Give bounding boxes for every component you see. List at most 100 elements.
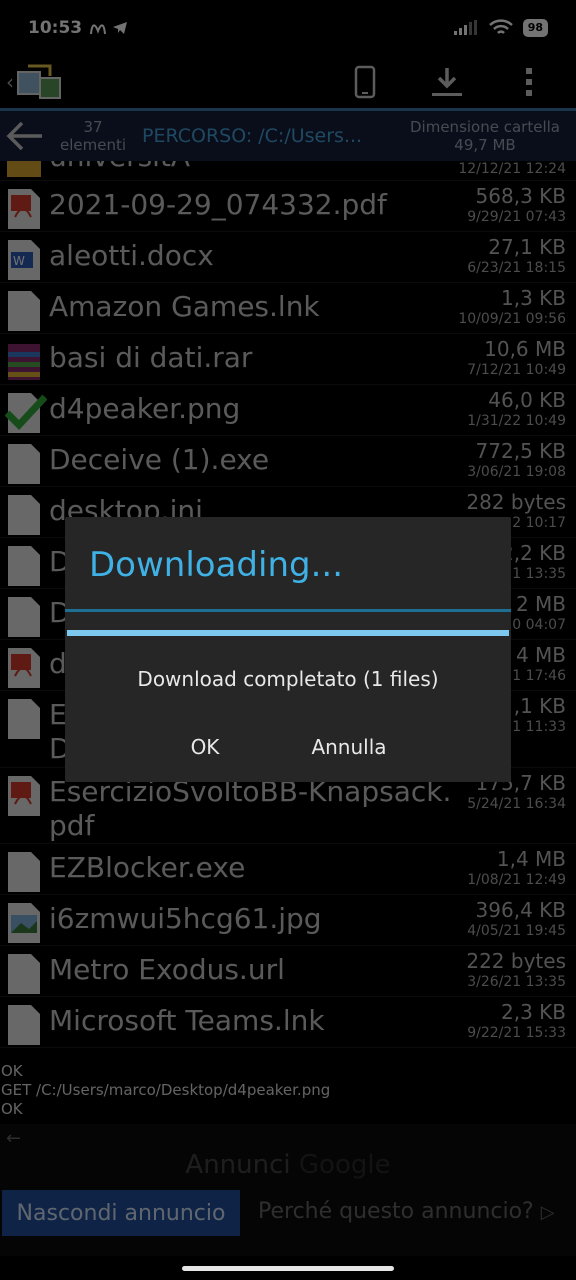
network-computers-icon — [17, 64, 61, 99]
app-toolbar: ‹ — [0, 56, 576, 108]
file-name: 2021-09-29_074332.pdf — [49, 188, 387, 221]
archive-file-icon — [5, 340, 43, 382]
file-size: 772,5 KB — [475, 439, 566, 463]
file-row[interactable]: Waleotti.docx 27,1 KB 6/23/21 18:15 — [0, 232, 576, 283]
dialog-title: Downloading... — [89, 545, 344, 585]
file-size: 27,1 KB — [488, 235, 566, 259]
hide-ad-button[interactable]: Nascondi annuncio — [2, 1190, 240, 1236]
file-name: Amazon Games.lnk — [49, 290, 320, 323]
file-name-continued: pdf — [49, 809, 95, 842]
file-size: 568,3 KB — [475, 184, 566, 208]
status-time: 10:53 — [28, 18, 83, 38]
download-icon — [432, 68, 462, 96]
file-row[interactable]: 2021-09-29_074332.pdf 568,3 KB 9/29/21 07:… — [0, 181, 576, 232]
app-logo-back-button[interactable]: ‹ — [6, 62, 64, 102]
generic-file-icon — [5, 544, 43, 586]
file-name: universitA — [49, 161, 190, 177]
file-date: 9/29/21 07:43 — [467, 209, 566, 225]
file-date: 5/24/21 16:34 — [467, 796, 566, 812]
file-size: 282 bytes — [466, 490, 566, 514]
file-size: 2 MB — [515, 592, 566, 616]
file-size: 4 MB — [515, 643, 566, 667]
generic-file-icon — [5, 493, 43, 535]
file-size: ,1 KB — [513, 694, 566, 718]
file-name: aleotti.docx — [49, 239, 214, 272]
arrow-left-icon — [6, 121, 42, 151]
file-date: 2 10:17 — [512, 515, 566, 531]
back-chevron-icon: ‹ — [6, 70, 14, 94]
file-row[interactable]: Amazon Games.lnk 1,3 KB 10/09/21 09:56 — [0, 283, 576, 334]
generic-file-icon — [5, 952, 43, 994]
svg-text:W: W — [13, 254, 25, 268]
device-button[interactable] — [324, 58, 406, 106]
phone-icon — [354, 65, 376, 99]
folder-icon — [5, 161, 43, 181]
file-size: 222 bytes — [466, 949, 566, 973]
file-name: i6zmwui5hcg61.jpg — [49, 902, 322, 935]
folder-size: Dimensione cartella 49,7 MB — [410, 118, 560, 154]
file-date: 1 17:46 — [512, 668, 566, 684]
path-bar: 37 elementi PERCORSO: /C:/Users... Dimen… — [0, 111, 576, 161]
pdf-file-icon — [5, 187, 43, 229]
file-row[interactable]: universitA 12/12/21 12:24 — [0, 161, 576, 181]
generic-file-icon — [5, 289, 43, 331]
file-date: 4/05/21 19:45 — [467, 923, 566, 939]
play-triangle-icon: ▷ — [540, 1202, 555, 1223]
download-button[interactable] — [406, 58, 488, 106]
more-vert-icon — [526, 68, 532, 96]
file-size: 2,3 KB — [501, 1000, 566, 1024]
file-size: 10,6 MB — [484, 337, 566, 361]
generic-file-icon — [5, 850, 43, 892]
current-path[interactable]: PERCORSO: /C:/Users... — [136, 125, 398, 147]
file-row[interactable]: d4peaker.png 46,0 KB 1/31/22 10:49 — [0, 385, 576, 436]
file-row[interactable]: Metro Exodus.url 222 bytes 3/26/21 13:35 — [0, 946, 576, 997]
cancel-button[interactable]: Annulla — [297, 727, 401, 767]
generic-file-icon — [5, 442, 43, 484]
file-date: 7/12/21 10:49 — [467, 362, 566, 378]
download-progress-bar — [67, 630, 509, 636]
generic-file-icon — [5, 595, 43, 637]
file-date: 6/23/21 18:15 — [467, 260, 566, 276]
why-this-ad-link[interactable]: Perché questo annuncio? ▷ — [258, 1199, 555, 1224]
item-count: 37 elementi — [59, 118, 127, 154]
pdf-file-icon — [5, 646, 43, 688]
overflow-menu-button[interactable] — [488, 58, 570, 106]
mcdonalds-notification-icon — [90, 24, 107, 35]
file-name: basi di dati.rar — [49, 341, 253, 374]
file-name: d4peaker.png — [49, 392, 241, 425]
download-progress-fill — [67, 630, 509, 636]
ad-banner: ← Annunci Google Nascondi annuncio Perch… — [0, 1124, 576, 1256]
file-date: 1/08/21 12:49 — [467, 872, 566, 888]
file-date: 3/26/21 13:35 — [467, 974, 566, 990]
ok-button[interactable]: OK — [173, 727, 237, 767]
file-name: Microsoft Teams.lnk — [49, 1004, 325, 1037]
file-row[interactable]: i6zmwui5hcg61.jpg 396,4 KB 4/05/21 19:45 — [0, 895, 576, 946]
file-size: 46,0 KB — [488, 388, 566, 412]
file-date: 1/31/22 10:49 — [467, 413, 566, 429]
download-dialog: Downloading... Download completato (1 fi… — [65, 517, 511, 782]
pdf-file-icon — [5, 774, 43, 816]
file-row[interactable]: Deceive (1).exe 772,5 KB 3/06/21 19:08 — [0, 436, 576, 487]
telegram-notification-icon — [113, 22, 128, 34]
file-name: Metro Exodus.url — [49, 953, 285, 986]
file-size: 1,3 KB — [501, 286, 566, 310]
file-date: 1 11:33 — [512, 719, 566, 735]
file-row[interactable]: basi di dati.rar 10,6 MB 7/12/21 10:49 — [0, 334, 576, 385]
dialog-message: Download completato (1 files) — [137, 667, 439, 691]
generic-file-icon — [5, 697, 43, 739]
ad-label: Annunci Google — [185, 1150, 391, 1180]
transfer-log: OK GET /C:/Users/marco/Desktop/d4peaker.… — [0, 1062, 576, 1124]
image-file-icon — [5, 901, 43, 943]
ad-back-icon[interactable]: ← — [6, 1128, 21, 1149]
wifi-icon — [488, 19, 513, 34]
file-row[interactable]: EZBlocker.exe 1,4 MB 1/08/21 12:49 — [0, 844, 576, 895]
parent-folder-button[interactable] — [0, 121, 50, 151]
file-name: EZBlocker.exe — [49, 851, 246, 884]
file-name: Deceive (1).exe — [49, 443, 270, 476]
status-bar: 10:53 98 — [0, 0, 576, 56]
file-date: 0 04:07 — [512, 617, 566, 633]
file-row[interactable]: Microsoft Teams.lnk 2,3 KB 9/22/21 15:33 — [0, 997, 576, 1048]
home-gesture-handle[interactable] — [182, 1266, 394, 1271]
file-size: 396,4 KB — [475, 898, 566, 922]
dialog-title-divider — [65, 609, 511, 612]
